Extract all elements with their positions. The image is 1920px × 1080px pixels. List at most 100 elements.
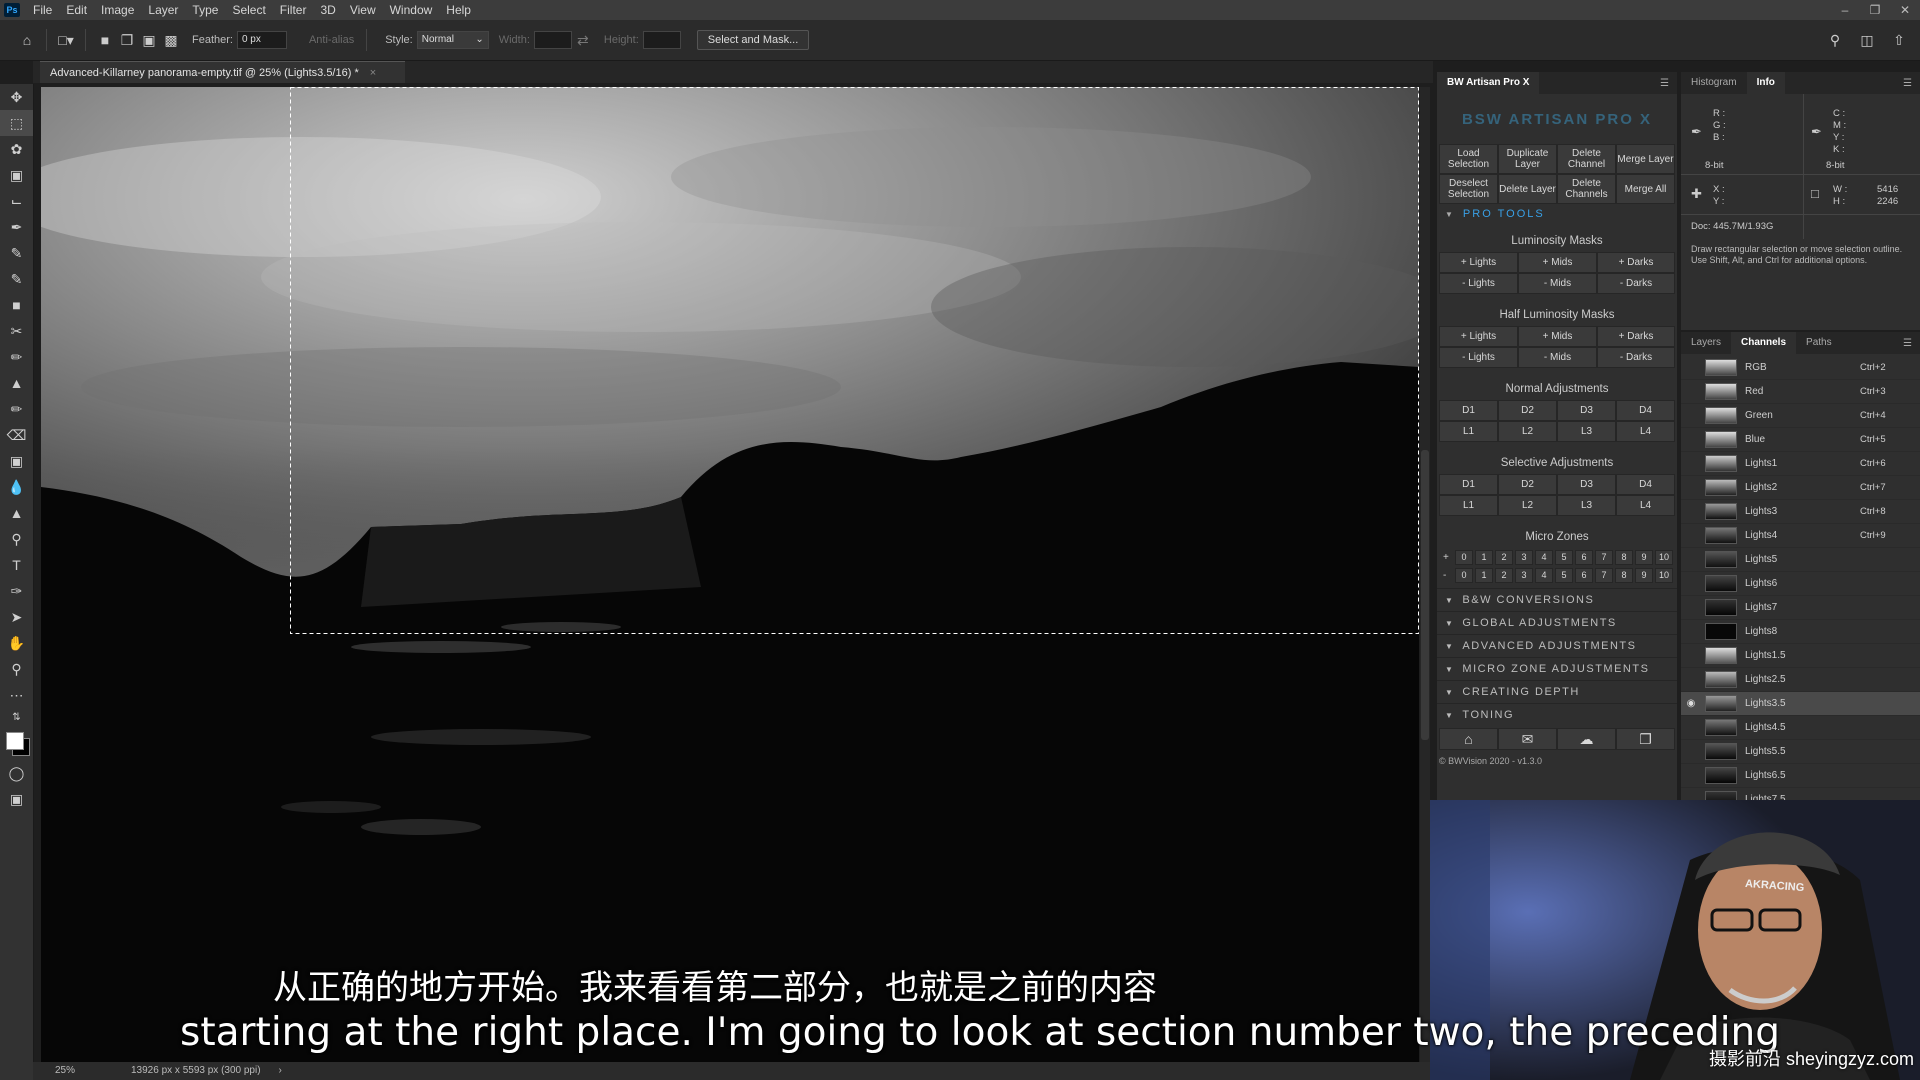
close-tab-icon[interactable]: ×	[370, 67, 376, 79]
channel-row[interactable]: RGB Ctrl+2	[1681, 356, 1920, 380]
half-minus-darks-button[interactable]: - Darks	[1597, 347, 1675, 368]
panel-menu-icon[interactable]: ☰	[1660, 78, 1669, 89]
micro-minus-2[interactable]: 2	[1495, 567, 1513, 583]
lum-minus-mids-button[interactable]: - Mids	[1518, 273, 1597, 294]
channel-row[interactable]: Lights2.5	[1681, 668, 1920, 692]
micro-minus-10[interactable]: 10	[1655, 567, 1673, 583]
dodge-tool-icon[interactable]: ⚲	[0, 526, 33, 552]
selective-d4-button[interactable]: D4	[1616, 474, 1675, 495]
half-minus-lights-button[interactable]: - Lights	[1439, 347, 1518, 368]
scrollbar-thumb[interactable]	[1421, 450, 1429, 740]
channel-row[interactable]: Lights8	[1681, 620, 1920, 644]
healing-brush-icon[interactable]: ✎	[0, 240, 33, 266]
tab-histogram[interactable]: Histogram	[1681, 72, 1747, 94]
selective-d1-button[interactable]: D1	[1439, 474, 1498, 495]
micro-plus-9[interactable]: 9	[1635, 549, 1653, 565]
micro-plus-4[interactable]: 4	[1535, 549, 1553, 565]
channel-row[interactable]: Lights5	[1681, 548, 1920, 572]
selective-l4-button[interactable]: L4	[1616, 495, 1675, 516]
home-icon[interactable]: ⌂	[16, 29, 38, 51]
minimize-icon[interactable]: –	[1830, 0, 1860, 20]
micro-minus-3[interactable]: 3	[1515, 567, 1533, 583]
channel-row[interactable]: Lights7	[1681, 596, 1920, 620]
crop-tool-icon[interactable]: ⌙	[0, 188, 33, 214]
channel-row[interactable]: Lights6.5	[1681, 764, 1920, 788]
mail-icon[interactable]: ✉	[1498, 728, 1557, 750]
channel-row[interactable]: Lights1.5	[1681, 644, 1920, 668]
copy-icon[interactable]: ❐	[1616, 728, 1675, 750]
height-input[interactable]	[642, 31, 681, 49]
quick-mask-icon[interactable]: ◯	[0, 760, 33, 786]
normal-l3-button[interactable]: L3	[1557, 421, 1616, 442]
micro-zone-adjustments-section[interactable]: ▼ MICRO ZONE ADJUSTMENTS	[1437, 657, 1677, 680]
menu-select[interactable]: Select	[225, 3, 272, 17]
micro-minus-1[interactable]: 1	[1475, 567, 1493, 583]
micro-plus-1[interactable]: 1	[1475, 549, 1493, 565]
tab-paths[interactable]: Paths	[1796, 332, 1842, 354]
duplicate-layer-button[interactable]: Duplicate Layer	[1498, 144, 1557, 174]
home-icon[interactable]: ⌂	[1439, 728, 1498, 750]
marquee-preset-icon[interactable]: □▾	[55, 29, 77, 51]
pen-tool-icon[interactable]: ✑	[0, 578, 33, 604]
type-tool-icon[interactable]: T	[0, 552, 33, 578]
intersect-selection-icon[interactable]: ▩	[160, 29, 182, 51]
search-icon[interactable]: ⚲	[1824, 29, 1846, 51]
channel-row[interactable]: Lights5.5	[1681, 740, 1920, 764]
stamp-tool-icon[interactable]: ■	[0, 292, 33, 318]
lum-plus-lights-button[interactable]: + Lights	[1439, 252, 1518, 273]
share-icon[interactable]: ⇧	[1888, 29, 1910, 51]
gradient-tool-icon[interactable]: ▣	[0, 448, 33, 474]
normal-l4-button[interactable]: L4	[1616, 421, 1675, 442]
micro-minus-6[interactable]: 6	[1575, 567, 1593, 583]
document-canvas[interactable]	[41, 87, 1419, 1062]
micro-plus-3[interactable]: 3	[1515, 549, 1533, 565]
menu-window[interactable]: Window	[383, 3, 440, 17]
history-brush-icon[interactable]: ✏	[0, 396, 33, 422]
move-tool-icon[interactable]: ✥	[0, 84, 33, 110]
normal-d3-button[interactable]: D3	[1557, 400, 1616, 421]
swap-colors-icon[interactable]: ⇅	[0, 708, 33, 726]
toning-section[interactable]: ▼ TONING	[1437, 703, 1677, 726]
deselect-selection-button[interactable]: Deselect Selection	[1439, 174, 1498, 204]
restore-icon[interactable]: ❐	[1860, 0, 1890, 20]
load-selection-button[interactable]: Load Selection	[1439, 144, 1498, 174]
bw-conversions-section[interactable]: ▼ B&W CONVERSIONS	[1437, 588, 1677, 611]
normal-d2-button[interactable]: D2	[1498, 400, 1557, 421]
micro-minus-5[interactable]: 5	[1555, 567, 1573, 583]
menu-help[interactable]: Help	[439, 3, 478, 17]
micro-minus-7[interactable]: 7	[1595, 567, 1613, 583]
half-plus-lights-button[interactable]: + Lights	[1439, 326, 1518, 347]
channel-row[interactable]: Lights4.5	[1681, 716, 1920, 740]
delete-layer-button[interactable]: Delete Layer	[1498, 174, 1557, 204]
micro-plus-5[interactable]: 5	[1555, 549, 1573, 565]
normal-d4-button[interactable]: D4	[1616, 400, 1675, 421]
global-adjustments-section[interactable]: ▼ GLOBAL ADJUSTMENTS	[1437, 611, 1677, 634]
merge-layer-button[interactable]: Merge Layer	[1616, 144, 1675, 174]
cloud-icon[interactable]: ☁	[1557, 728, 1616, 750]
selective-l2-button[interactable]: L2	[1498, 495, 1557, 516]
delete-channel-button[interactable]: Delete Channel	[1557, 144, 1616, 174]
micro-minus-0[interactable]: 0	[1455, 567, 1473, 583]
channel-row[interactable]: Lights6	[1681, 572, 1920, 596]
hand-tool-icon[interactable]: ✋	[0, 630, 33, 656]
menu-file[interactable]: File	[26, 3, 59, 17]
antialias-checkbox[interactable]: Anti-alias	[309, 34, 354, 46]
panel-menu-icon[interactable]: ☰	[1903, 78, 1912, 89]
scissors-icon[interactable]: ✂	[0, 318, 33, 344]
micro-plus-7[interactable]: 7	[1595, 549, 1613, 565]
color-swatches[interactable]	[0, 726, 33, 760]
lum-minus-lights-button[interactable]: - Lights	[1439, 273, 1518, 294]
selective-l1-button[interactable]: L1	[1439, 495, 1498, 516]
width-input[interactable]	[533, 31, 572, 49]
channel-row[interactable]: Red Ctrl+3	[1681, 380, 1920, 404]
normal-l2-button[interactable]: L2	[1498, 421, 1557, 442]
tab-bw-artisan[interactable]: BW Artisan Pro X	[1437, 72, 1540, 94]
eye-icon[interactable]: ◉	[1681, 698, 1701, 709]
advanced-adjustments-section[interactable]: ▼ ADVANCED ADJUSTMENTS	[1437, 634, 1677, 657]
creating-depth-section[interactable]: ▼ CREATING DEPTH	[1437, 680, 1677, 703]
more-tools-icon[interactable]: ⋯	[0, 682, 33, 708]
micro-plus-2[interactable]: 2	[1495, 549, 1513, 565]
micro-plus-8[interactable]: 8	[1615, 549, 1633, 565]
screen-mode-icon[interactable]: ▣	[0, 786, 33, 812]
half-minus-mids-button[interactable]: - Mids	[1518, 347, 1597, 368]
